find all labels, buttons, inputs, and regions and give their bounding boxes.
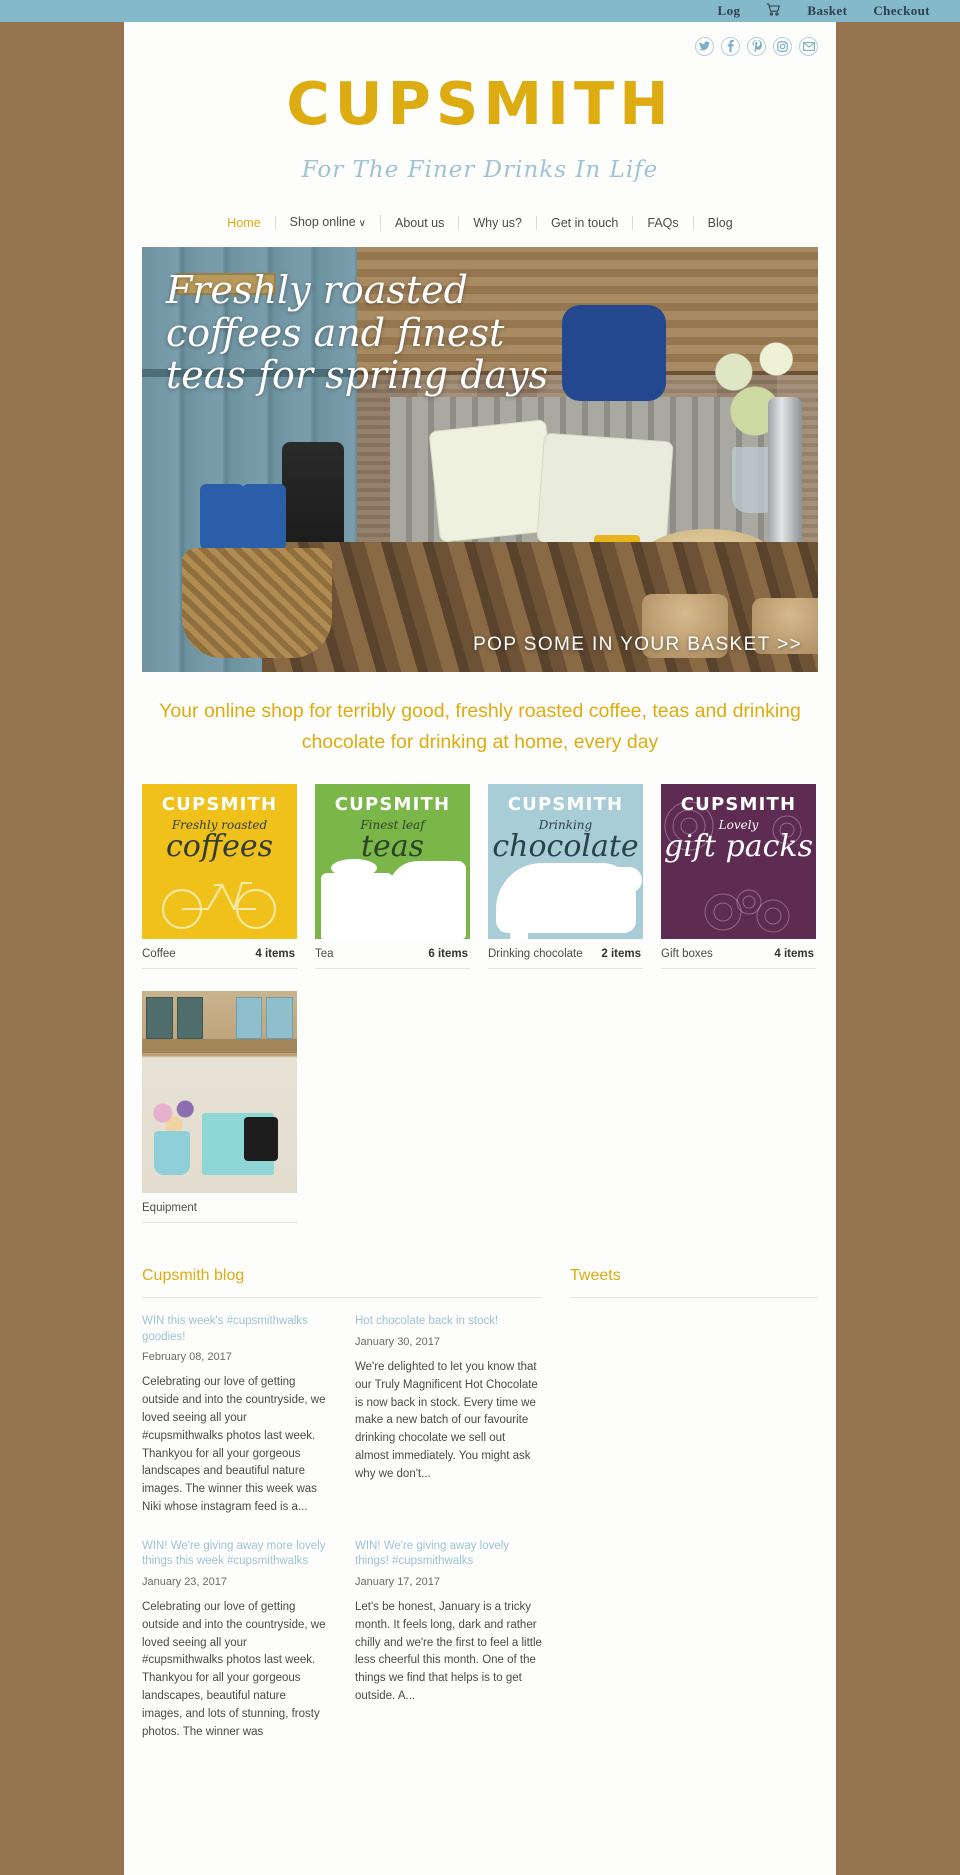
category-thumb-tea: CUPSMITH Finest leaf teas bbox=[315, 784, 470, 940]
nav-item-shop-online[interactable]: Shop online ∨ bbox=[276, 215, 381, 231]
blog-post-title[interactable]: WIN! We're giving away more lovely thing… bbox=[142, 1539, 329, 1570]
category-meta-drinking-chocolate: Drinking chocolate 2 items bbox=[488, 939, 643, 970]
category-card-gift-boxes[interactable]: CUPSMITH Lovely gift packs Gift boxes 4 … bbox=[661, 784, 816, 970]
hero-banner[interactable]: Freshly roasted coffees and finest teas … bbox=[142, 247, 818, 672]
thumb-brand: CUPSMITH bbox=[507, 794, 624, 816]
category-meta-equipment: Equipment bbox=[142, 1193, 297, 1224]
category-name: Tea bbox=[315, 948, 334, 961]
intro-strapline: Your online shop for terribly good, fres… bbox=[159, 700, 801, 754]
blog-post-title[interactable]: WIN this week's #cupsmithwalks goodies! bbox=[142, 1314, 329, 1345]
email-icon[interactable] bbox=[799, 36, 818, 56]
nav-item-faqs[interactable]: FAQs bbox=[633, 216, 694, 230]
brand-header: CUPSMITH For The Finer Drinks In Life bbox=[124, 58, 836, 183]
nav-label-blog: Blog bbox=[707, 216, 733, 230]
category-card-coffee[interactable]: CUPSMITH Freshly roasted coffees Coffee … bbox=[142, 784, 297, 970]
instagram-icon[interactable] bbox=[773, 36, 792, 56]
nav-item-about-us[interactable]: About us bbox=[381, 216, 460, 230]
brand-tagline: For The Finer Drinks In Life bbox=[301, 157, 659, 183]
thumb-big: gift packs bbox=[664, 829, 813, 865]
blog-post-excerpt: We're delighted to let you know that our… bbox=[355, 1360, 538, 1480]
category-count: 6 items bbox=[428, 948, 468, 961]
category-thumb-drinking-chocolate: CUPSMITH Drinking chocolate bbox=[488, 784, 643, 940]
tweets-section-title: Tweets bbox=[570, 1267, 818, 1299]
category-meta-coffee: Coffee 4 items bbox=[142, 939, 297, 970]
blog-post-list: WIN this week's #cupsmithwalks goodies! … bbox=[142, 1314, 542, 1763]
facebook-icon[interactable] bbox=[721, 36, 740, 56]
nav-label-shop-online: Shop online bbox=[289, 215, 356, 229]
thumb-big: coffees bbox=[165, 829, 274, 865]
thumb-brand: CUPSMITH bbox=[161, 794, 278, 816]
blog-column: Cupsmith blog WIN this week's #cupsmithw… bbox=[142, 1267, 542, 1763]
thumb-big: chocolate bbox=[492, 829, 639, 865]
category-name: Drinking chocolate bbox=[488, 948, 583, 961]
category-count: 4 items bbox=[774, 948, 814, 961]
checkout-link[interactable]: Checkout bbox=[873, 3, 930, 19]
nav-label-about-us: About us bbox=[395, 216, 445, 230]
coffee-machine-icon bbox=[202, 1113, 278, 1176]
category-card-tea[interactable]: CUPSMITH Finest leaf teas Tea 6 items bbox=[315, 784, 470, 970]
log-in-link[interactable]: Log bbox=[718, 3, 741, 19]
blog-post-date: January 23, 2017 bbox=[142, 1575, 228, 1588]
main-navigation: Home Shop online ∨ About us Why us? Get i… bbox=[124, 215, 836, 241]
blog-post: Hot chocolate back in stock! January 30,… bbox=[355, 1314, 542, 1517]
blog-post: WIN! We're giving away more lovely thing… bbox=[142, 1539, 329, 1742]
blog-post-excerpt: Celebrating our love of getting outside … bbox=[142, 1376, 326, 1514]
category-name: Coffee bbox=[142, 948, 176, 961]
chevron-down-icon: ∨ bbox=[358, 218, 366, 229]
category-card-drinking-chocolate[interactable]: CUPSMITH Drinking chocolate Drinking cho… bbox=[488, 784, 643, 970]
tweets-column: Tweets bbox=[570, 1267, 818, 1763]
thumb-brand: CUPSMITH bbox=[680, 794, 797, 816]
category-name: Equipment bbox=[142, 1202, 197, 1215]
bicycle-icon bbox=[162, 882, 276, 930]
category-meta-tea: Tea 6 items bbox=[315, 939, 470, 970]
blog-post-title[interactable]: Hot chocolate back in stock! bbox=[355, 1314, 542, 1330]
polar-bear-icon bbox=[496, 863, 642, 940]
coffee-bags bbox=[146, 997, 293, 1040]
utility-topbar: Log Basket Checkout bbox=[0, 0, 960, 22]
blog-section-title: Cupsmith blog bbox=[142, 1267, 542, 1299]
category-count: 4 items bbox=[255, 948, 295, 961]
thumb-big: teas bbox=[360, 829, 425, 865]
jug-shape bbox=[154, 1131, 190, 1176]
blog-post-excerpt: Let's be honest, January is a tricky mon… bbox=[355, 1600, 542, 1702]
social-links bbox=[124, 22, 836, 58]
category-thumb-equipment bbox=[142, 991, 297, 1194]
hero-cta-link[interactable]: POP SOME IN YOUR BASKET >> bbox=[473, 634, 802, 656]
nav-label-get-in-touch: Get in touch bbox=[550, 216, 619, 230]
cart-icon[interactable] bbox=[766, 2, 781, 20]
category-name: Gift boxes bbox=[661, 948, 713, 961]
nav-item-get-in-touch[interactable]: Get in touch bbox=[537, 216, 634, 230]
blog-post: WIN this week's #cupsmithwalks goodies! … bbox=[142, 1314, 329, 1517]
category-grid: CUPSMITH Freshly roasted coffees Coffee … bbox=[142, 784, 818, 1227]
hero-headline: Freshly roasted coffees and finest teas … bbox=[166, 268, 549, 398]
nav-label-home: Home bbox=[227, 216, 261, 230]
nav-item-blog[interactable]: Blog bbox=[694, 216, 747, 230]
category-card-equipment[interactable]: Equipment bbox=[142, 991, 297, 1224]
category-thumb-coffee: CUPSMITH Freshly roasted coffees bbox=[142, 784, 297, 940]
blog-post-date: February 08, 2017 bbox=[142, 1351, 232, 1364]
blog-post-title[interactable]: WIN! We're giving away lovely things! #c… bbox=[355, 1539, 542, 1570]
page-container: CUPSMITH For The Finer Drinks In Life Ho… bbox=[124, 22, 836, 1875]
basket-link[interactable]: Basket bbox=[807, 3, 847, 19]
pinterest-icon[interactable] bbox=[747, 36, 766, 56]
blog-post-excerpt: Celebrating our love of getting outside … bbox=[142, 1600, 326, 1738]
thumb-brand: CUPSMITH bbox=[334, 794, 451, 816]
blog-post-date: January 30, 2017 bbox=[355, 1335, 441, 1348]
category-meta-gift-boxes: Gift boxes 4 items bbox=[661, 939, 816, 970]
blog-post-date: January 17, 2017 bbox=[355, 1575, 441, 1588]
bottom-section: Cupsmith blog WIN this week's #cupsmithw… bbox=[142, 1267, 818, 1803]
category-count: 2 items bbox=[601, 948, 641, 961]
teapot-shape bbox=[364, 861, 466, 940]
category-thumb-gift-boxes: CUPSMITH Lovely gift packs bbox=[661, 784, 816, 940]
blog-post: WIN! We're giving away lovely things! #c… bbox=[355, 1539, 542, 1742]
nav-item-home[interactable]: Home bbox=[213, 216, 276, 230]
nav-item-why-us[interactable]: Why us? bbox=[459, 216, 537, 230]
nav-label-why-us: Why us? bbox=[473, 216, 522, 230]
twitter-icon[interactable] bbox=[695, 36, 714, 56]
nav-label-faqs: FAQs bbox=[647, 216, 679, 230]
site-logo[interactable]: CUPSMITH bbox=[124, 74, 836, 133]
